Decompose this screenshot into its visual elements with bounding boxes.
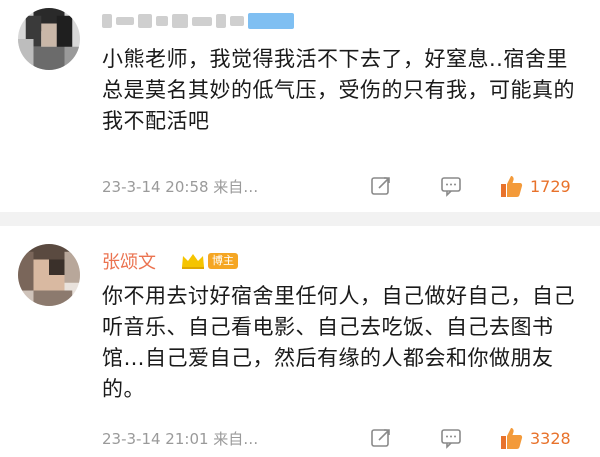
- like-count: 1729: [530, 176, 571, 196]
- comment-time: 23-3-14 20:58 来自…: [102, 177, 259, 196]
- avatar[interactable]: [18, 244, 80, 306]
- comment-icon[interactable]: [440, 175, 462, 197]
- blogger-badge: 博主: [180, 252, 238, 270]
- comment-item: 张颂文 博主 你不用去讨好宿舍里任何人，自己做好自己，自己听音乐、自己看电影、自…: [0, 226, 600, 457]
- divider: [0, 212, 600, 226]
- thumbs-up-icon: [498, 173, 524, 199]
- username-blurred[interactable]: [102, 10, 422, 32]
- like-button[interactable]: 1729: [498, 173, 571, 199]
- share-icon[interactable]: [370, 175, 392, 197]
- thumbs-up-icon: [498, 425, 524, 451]
- comment-text: 你不用去讨好宿舍里任何人，自己做好自己，自己听音乐、自己看电影、自己去吃饭、自己…: [102, 284, 575, 401]
- like-button[interactable]: 3328: [498, 425, 571, 451]
- crown-icon: [180, 252, 206, 270]
- avatar[interactable]: [18, 8, 80, 70]
- comment-icon[interactable]: [440, 427, 462, 449]
- avatar-pixelated-image: [18, 244, 80, 306]
- comment-time: 23-3-14 21:01 来自…: [102, 429, 259, 448]
- comment-meta: 23-3-14 21:01 来自… 3328: [102, 424, 582, 452]
- like-count: 3328: [530, 428, 571, 448]
- badge-label: 博主: [208, 253, 238, 269]
- comment-text: 小熊老师，我觉得我活不下去了，好窒息..宿舍里总是莫名其妙的低气压，受伤的只有我…: [102, 47, 575, 133]
- username[interactable]: 张颂文: [102, 248, 156, 274]
- comment-meta: 23-3-14 20:58 来自… 1729: [102, 172, 582, 200]
- comment-item: 小熊老师，我觉得我活不下去了，好窒息..宿舍里总是莫名其妙的低气压，受伤的只有我…: [0, 0, 600, 212]
- share-icon[interactable]: [370, 427, 392, 449]
- avatar-pixelated-image: [18, 8, 80, 70]
